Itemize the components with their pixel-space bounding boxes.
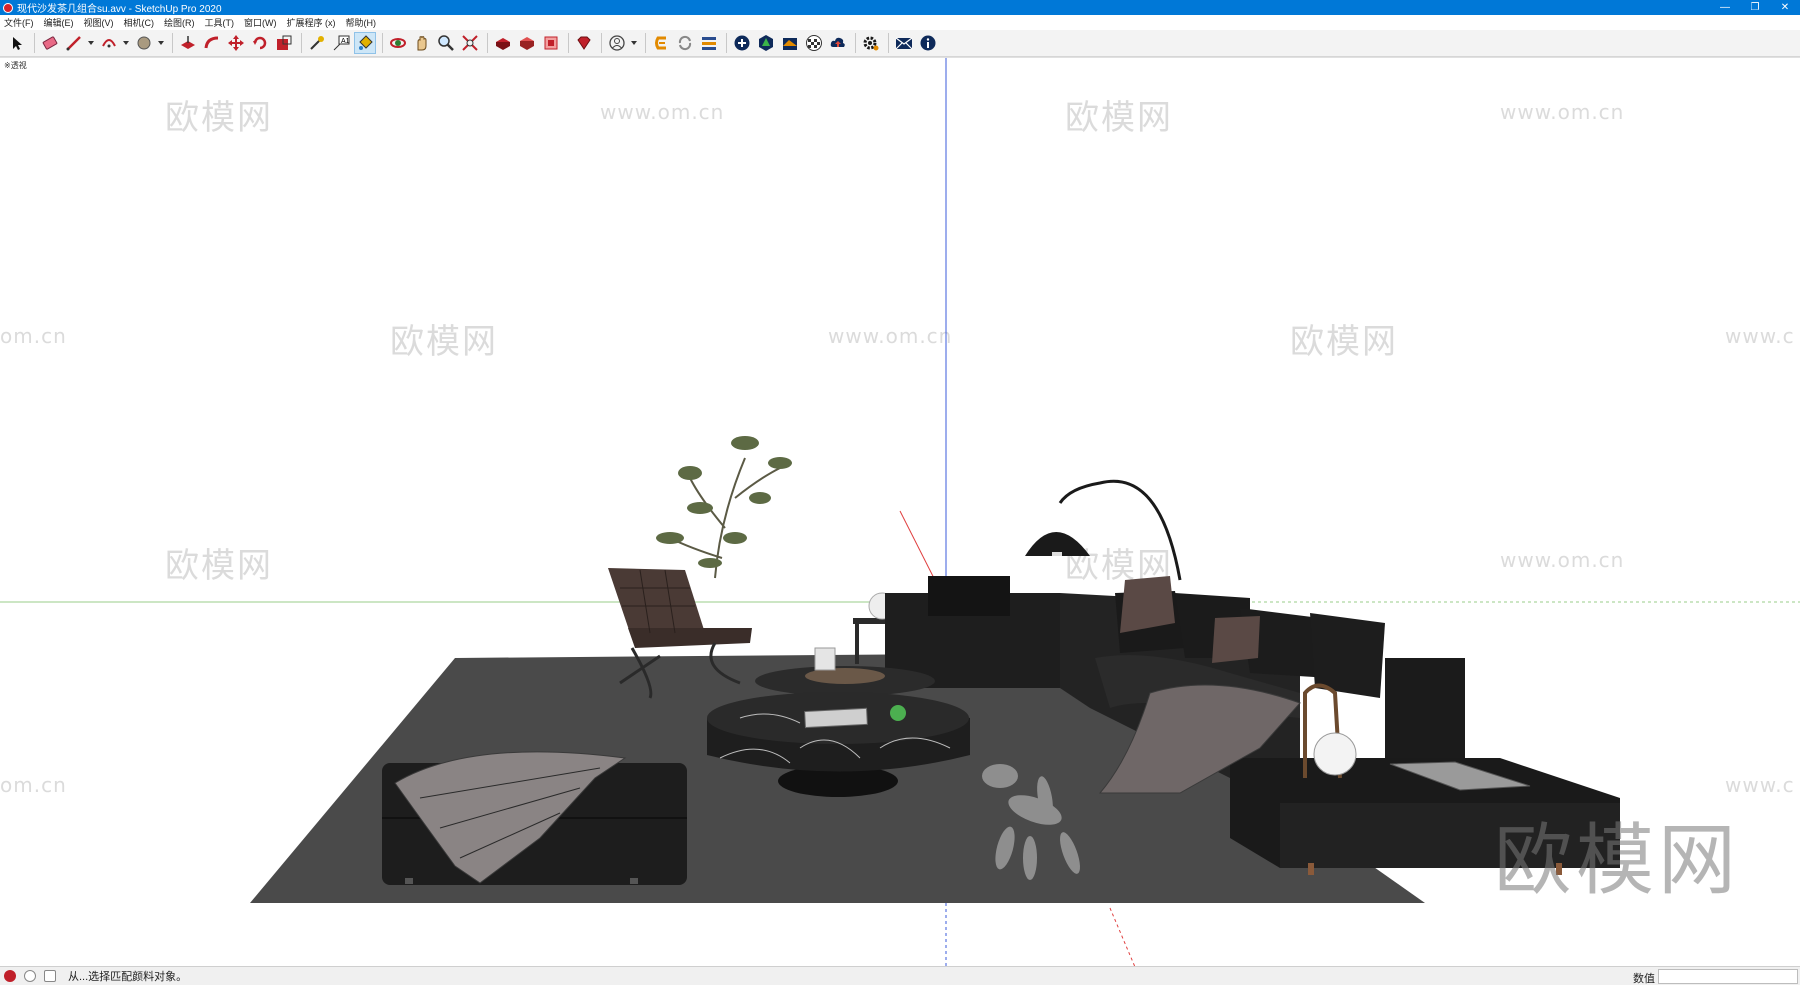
measurements-label: 数值 xyxy=(1633,973,1655,985)
checker-icon[interactable] xyxy=(803,32,825,54)
profile-dropdown[interactable] xyxy=(630,32,638,54)
toolbar-separator xyxy=(568,33,569,53)
eraser-icon[interactable] xyxy=(39,32,61,54)
potted-plant xyxy=(656,436,792,579)
line-dropdown[interactable] xyxy=(87,32,95,54)
shapes-icon[interactable] xyxy=(133,32,155,54)
zoom-icon[interactable] xyxy=(435,32,457,54)
extension-warehouse-icon[interactable] xyxy=(516,32,538,54)
window-title: 现代沙发茶几组合su.avv - SketchUp Pro 2020 xyxy=(17,4,222,15)
toolbar-separator xyxy=(34,33,35,53)
refresh-icon[interactable] xyxy=(674,32,696,54)
layers-icon[interactable] xyxy=(698,32,720,54)
info-status-icon[interactable] xyxy=(24,970,36,982)
status-bar: 从...选择匹配颜料对象。 数值 xyxy=(0,966,1800,985)
menu-tools[interactable]: 工具(T) xyxy=(205,16,235,29)
plugin-logo-icon[interactable] xyxy=(650,32,672,54)
zoom-extents-icon[interactable] xyxy=(459,32,481,54)
watermark-logo: 欧模网 xyxy=(1493,816,1740,906)
geo-location-icon[interactable] xyxy=(4,970,16,982)
toolbar-separator xyxy=(487,33,488,53)
menu-help[interactable]: 帮助(H) xyxy=(346,16,377,29)
restore-button[interactable]: ❐ xyxy=(1740,0,1770,15)
arc-icon[interactable] xyxy=(98,32,120,54)
toolbar-separator xyxy=(172,33,173,53)
select-icon[interactable] xyxy=(6,32,28,54)
menu-view[interactable]: 视图(V) xyxy=(84,16,114,29)
cloud-upload-icon[interactable] xyxy=(827,32,849,54)
scale-icon[interactable] xyxy=(273,32,295,54)
menu-extensions[interactable]: 扩展程序 (x) xyxy=(287,16,336,29)
warehouse-icon[interactable] xyxy=(492,32,514,54)
menu-draw[interactable]: 绘图(R) xyxy=(164,16,195,29)
minimize-button[interactable]: — xyxy=(1710,0,1740,15)
main-toolbar: A1 xyxy=(0,30,1800,57)
toolbar-separator xyxy=(726,33,727,53)
toolbar-separator xyxy=(301,33,302,53)
material-icon[interactable] xyxy=(779,32,801,54)
tape-measure-icon[interactable] xyxy=(306,32,328,54)
orbit-icon[interactable] xyxy=(387,32,409,54)
paint-bucket-icon[interactable] xyxy=(354,32,376,54)
menu-camera[interactable]: 相机(C) xyxy=(124,16,155,29)
title-bar: 现代沙发茶几组合su.avv - SketchUp Pro 2020 — ❐ ✕ xyxy=(0,0,1800,15)
svg-text:A1: A1 xyxy=(341,38,350,45)
toolbar-separator xyxy=(601,33,602,53)
measurements-input[interactable] xyxy=(1658,969,1798,984)
arc-dropdown[interactable] xyxy=(122,32,130,54)
tree-icon[interactable] xyxy=(755,32,777,54)
sketchup-logo-icon xyxy=(3,2,13,13)
close-button[interactable]: ✕ xyxy=(1770,0,1800,15)
red-axis-negative xyxy=(1109,907,1136,966)
ruby-icon[interactable] xyxy=(573,32,595,54)
move-icon[interactable] xyxy=(225,32,247,54)
menu-bar: 文件(F) 编辑(E) 视图(V) 相机(C) 绘图(R) 工具(T) 窗口(W… xyxy=(0,15,1800,30)
follow-me-icon[interactable] xyxy=(201,32,223,54)
toolbar-separator xyxy=(645,33,646,53)
line-icon[interactable] xyxy=(63,32,85,54)
profile-icon[interactable] xyxy=(606,32,628,54)
pan-icon[interactable] xyxy=(411,32,433,54)
layout-icon[interactable] xyxy=(540,32,562,54)
arc-floor-lamp xyxy=(1025,479,1182,581)
text-icon[interactable]: A1 xyxy=(330,32,352,54)
toolbar-separator xyxy=(855,33,856,53)
toolbar-separator xyxy=(382,33,383,53)
menu-edit[interactable]: 编辑(E) xyxy=(44,16,74,29)
status-message: 从...选择匹配颜料对象。 xyxy=(68,971,188,983)
shapes-dropdown[interactable] xyxy=(157,32,165,54)
rotate-icon[interactable] xyxy=(249,32,271,54)
info-icon[interactable] xyxy=(917,32,939,54)
ottoman-bench xyxy=(382,751,687,885)
instructor-icon[interactable] xyxy=(44,970,56,982)
menu-window[interactable]: 窗口(W) xyxy=(244,16,277,29)
settings-icon[interactable] xyxy=(860,32,882,54)
toolbar-separator xyxy=(888,33,889,53)
mail-icon[interactable] xyxy=(893,32,915,54)
add-circle-icon[interactable] xyxy=(731,32,753,54)
sketchup-window: 现代沙发茶几组合su.avv - SketchUp Pro 2020 — ❐ ✕… xyxy=(0,0,1800,985)
push-pull-icon[interactable] xyxy=(177,32,199,54)
model-viewport[interactable]: ※透视 欧模网 www.om.cn 欧模网 www.om.cn om.cn 欧模… xyxy=(0,57,1800,966)
menu-file[interactable]: 文件(F) xyxy=(4,16,34,29)
